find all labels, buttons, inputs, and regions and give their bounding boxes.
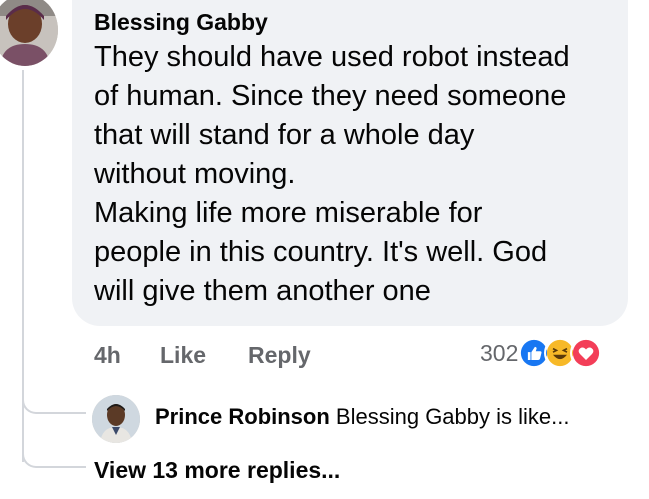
- reply-preview[interactable]: Prince Robinson Blessing Gabby is like..…: [155, 404, 569, 430]
- comment-text: They should have used robot instead of h…: [94, 41, 570, 307]
- reply-button[interactable]: Reply: [248, 342, 311, 369]
- reaction-summary[interactable]: 302: [480, 336, 603, 370]
- avatar[interactable]: [0, 0, 58, 66]
- love-icon: [570, 337, 603, 369]
- reply-avatar-photo: [92, 395, 140, 443]
- thread-branch-reply: [22, 394, 86, 414]
- comment-author[interactable]: Blessing Gabby: [94, 8, 606, 36]
- reply-author[interactable]: Prince Robinson: [155, 404, 330, 429]
- like-button[interactable]: Like: [160, 342, 248, 369]
- comment-bubble: Blessing Gabby They should have used rob…: [72, 0, 628, 326]
- comment-timestamp[interactable]: 4h: [94, 342, 160, 369]
- reply-avatar[interactable]: [92, 395, 140, 443]
- comment-thread: Blessing Gabby They should have used rob…: [0, 0, 649, 499]
- avatar-photo: [0, 0, 58, 66]
- reply-preview-text: Blessing Gabby is like...: [335, 404, 570, 429]
- reaction-count: 302: [480, 339, 519, 366]
- comment-actions: 4h Like Reply: [94, 340, 311, 370]
- thread-branch-more: [22, 448, 86, 468]
- view-more-replies-link[interactable]: View 13 more replies...: [94, 457, 340, 484]
